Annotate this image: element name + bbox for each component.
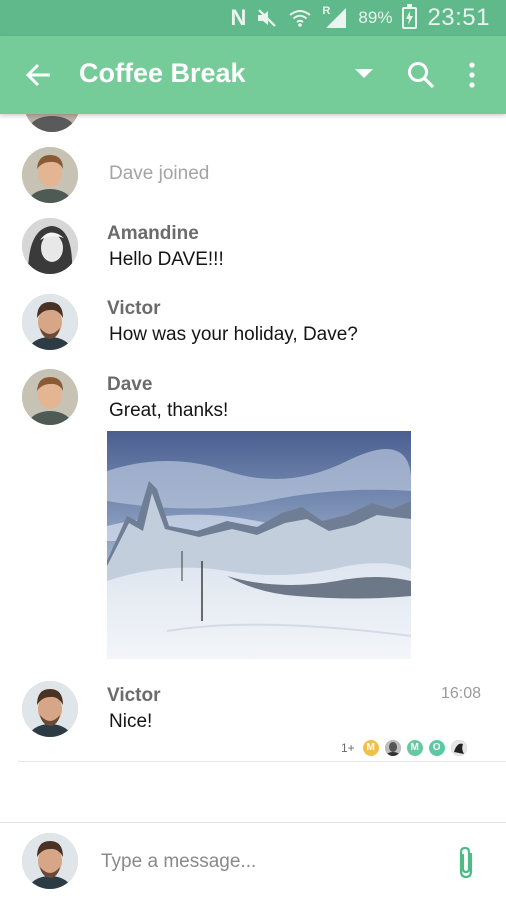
message-text: Hello DAVE!!! xyxy=(109,249,224,270)
back-arrow-icon[interactable] xyxy=(22,58,56,92)
roaming-indicator: R xyxy=(322,5,331,17)
status-icons: N R 89% 23:51 xyxy=(231,0,490,36)
avatar-dave[interactable] xyxy=(22,147,78,203)
avatar-amandine[interactable] xyxy=(22,218,78,274)
message-composer: Type a message... xyxy=(0,822,506,901)
read-receipt-avatar: O xyxy=(428,740,445,756)
mountain-photo[interactable] xyxy=(107,431,411,659)
read-receipt-avatar xyxy=(384,740,401,756)
divider xyxy=(18,761,506,762)
read-receipt-avatar: M xyxy=(362,740,379,756)
message-text: Nice! xyxy=(109,711,153,732)
message-text: How was your holiday, Dave? xyxy=(109,324,358,345)
avatar-victor[interactable] xyxy=(22,681,78,737)
signal-icon: R xyxy=(322,5,348,28)
dropdown-icon[interactable] xyxy=(355,69,373,78)
message-text: Great, thanks! xyxy=(109,400,229,421)
message-input[interactable]: Type a message... xyxy=(101,851,256,873)
message-timestamp: 16:08 xyxy=(441,685,482,702)
battery-charging-icon xyxy=(402,4,418,29)
read-receipt-avatar xyxy=(450,740,467,756)
status-bar: N R 89% 23:51 xyxy=(0,0,506,36)
app-bar: Coffee Break xyxy=(0,36,506,114)
avatar-dave[interactable] xyxy=(22,369,78,425)
n-notification-icon: N xyxy=(230,5,247,30)
room-title[interactable]: Coffee Break xyxy=(79,58,246,89)
search-icon[interactable] xyxy=(406,60,436,90)
read-receipts[interactable]: 1+ M M O xyxy=(341,740,467,756)
sender-name: Dave xyxy=(107,374,153,395)
my-avatar[interactable] xyxy=(22,833,78,889)
wifi-icon xyxy=(289,10,312,27)
sender-name: Victor xyxy=(107,298,161,319)
battery-percentage: 89% xyxy=(358,8,393,27)
avatar-victor[interactable] xyxy=(22,294,78,350)
clock: 23:51 xyxy=(427,4,490,31)
attachment-icon[interactable] xyxy=(455,845,479,881)
read-receipt-avatar: M xyxy=(406,740,423,756)
read-receipt-count: 1+ xyxy=(341,741,355,755)
sender-name: Amandine xyxy=(107,223,199,244)
more-vert-icon[interactable] xyxy=(464,60,480,90)
sender-name: Victor xyxy=(107,685,161,706)
mute-icon xyxy=(258,9,277,27)
system-message: Dave joined xyxy=(109,163,210,184)
